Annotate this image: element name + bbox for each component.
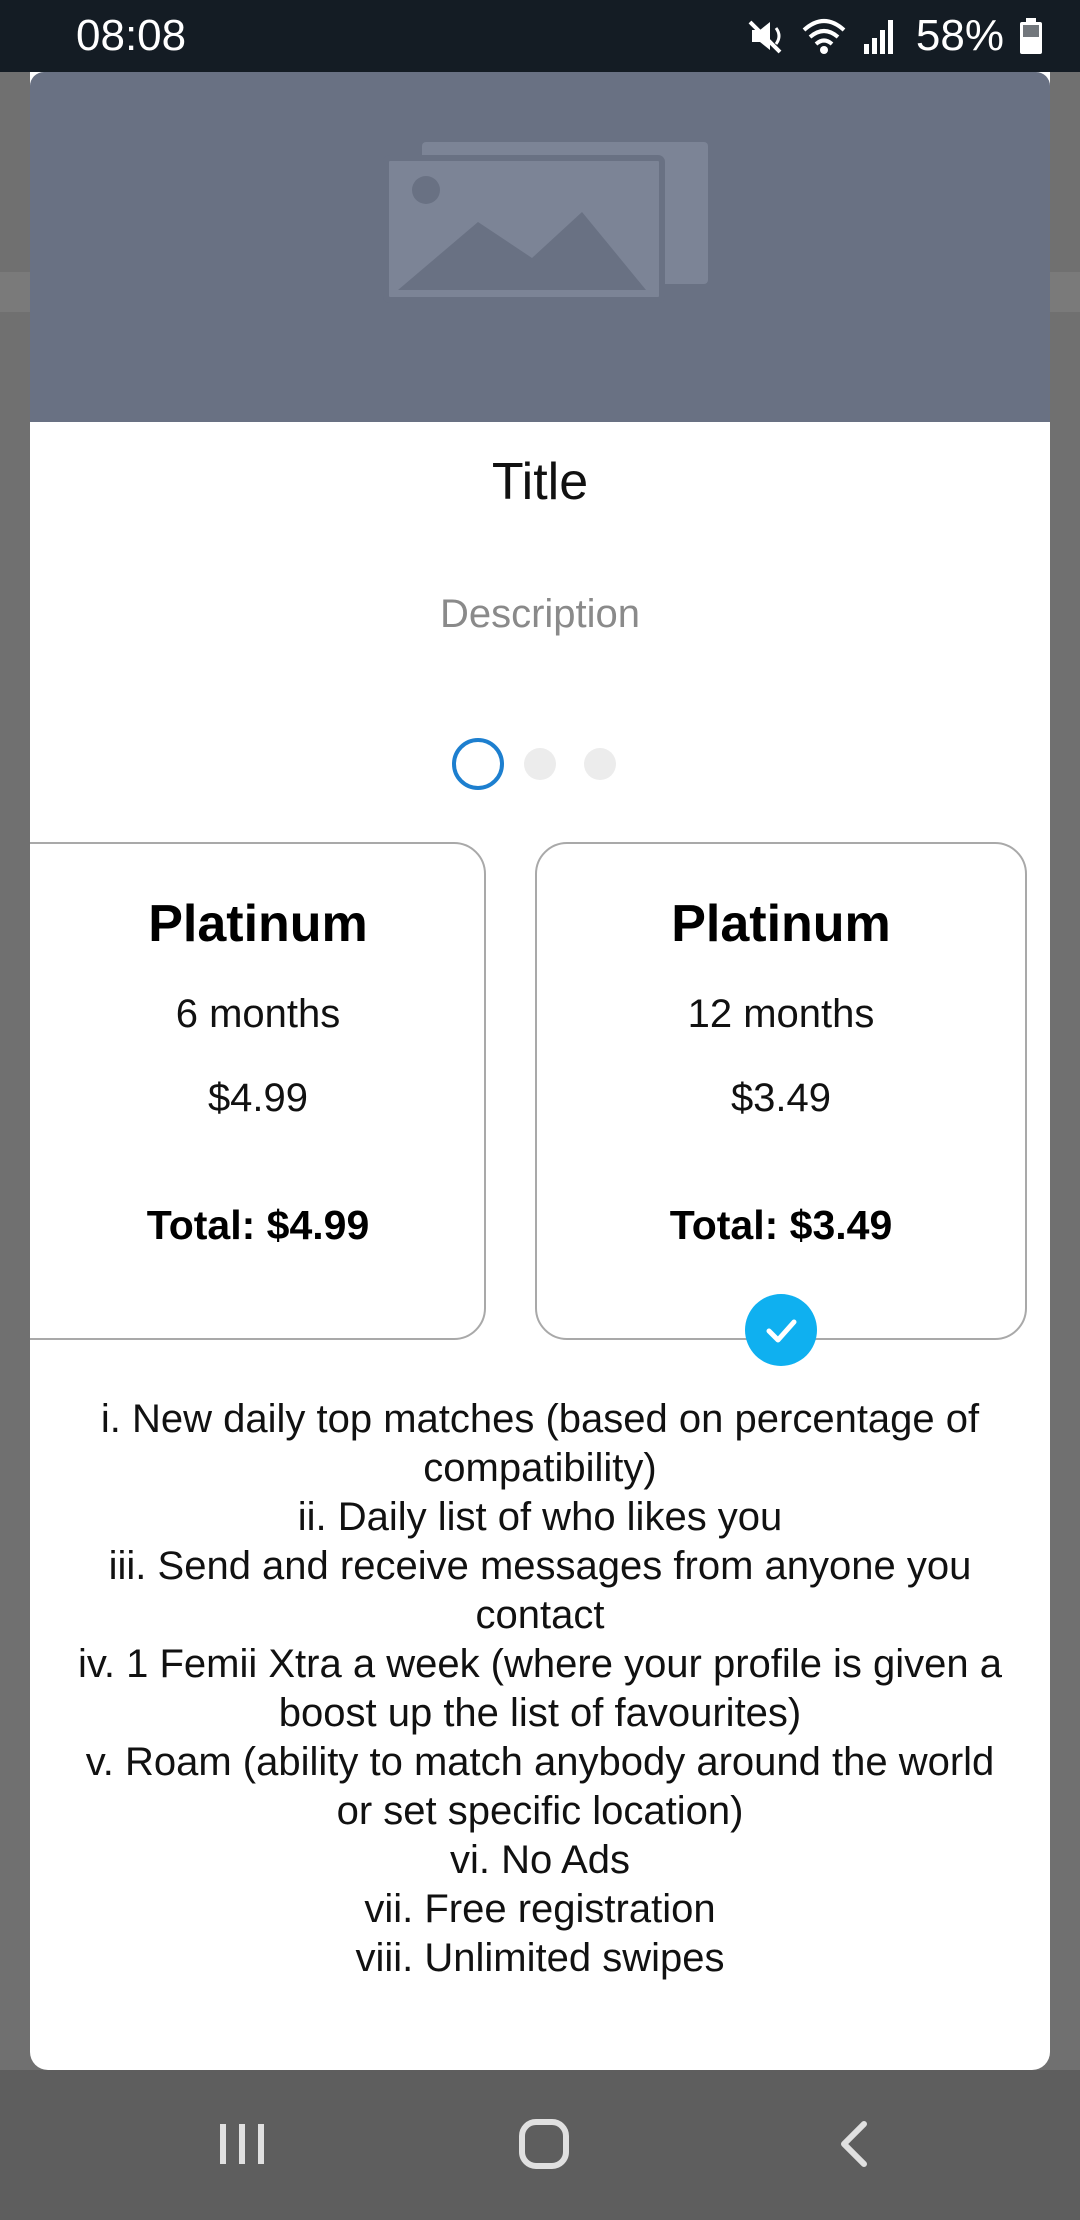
- list-item: ii. Daily list of who likes you: [297, 1495, 783, 1539]
- list-item: v. Roam (ability to match anybody around…: [85, 1740, 995, 1833]
- plan-card-12-months[interactable]: Platinum 12 months $3.49 Total: $3.49: [535, 842, 1027, 1340]
- plan-name: Platinum: [671, 895, 891, 953]
- feature-list: i. New daily top matches (based on perce…: [70, 1395, 1010, 1983]
- signal-icon: [862, 16, 898, 56]
- battery-icon: [1018, 16, 1044, 56]
- status-icons: 58%: [746, 11, 1044, 61]
- recent-apps-icon[interactable]: [212, 2112, 272, 2181]
- mute-vibrate-icon: [746, 16, 786, 56]
- list-item: iv. 1 Femii Xtra a week (where your prof…: [77, 1642, 1003, 1735]
- wifi-icon: [800, 16, 848, 56]
- plan-total: Total: $4.99: [146, 1202, 370, 1248]
- home-icon[interactable]: [514, 2112, 574, 2181]
- plan-name: Platinum: [148, 895, 368, 953]
- plan-price: $3.49: [730, 1076, 832, 1120]
- plan-duration: 6 months: [175, 992, 341, 1036]
- plan-total: Total: $3.49: [669, 1202, 893, 1248]
- list-item: vii. Free registration: [364, 1887, 716, 1931]
- subscription-dialog: Title Description Platinum 6 months $4.9…: [30, 72, 1050, 2070]
- list-item: iii. Send and receive messages from anyo…: [108, 1544, 972, 1637]
- page-dot-active[interactable]: [452, 738, 504, 790]
- plan-price: $4.99: [207, 1076, 309, 1120]
- dialog-description: Description: [439, 592, 641, 636]
- battery-level: 58%: [915, 11, 1004, 60]
- plan-card-6-months[interactable]: Platinum 6 months $4.99 Total: $4.99: [30, 842, 486, 1340]
- page-indicator: [30, 736, 1050, 792]
- page-dot[interactable]: [584, 748, 616, 780]
- navigation-bar: [0, 2070, 1080, 2220]
- hero-image: [30, 72, 1050, 422]
- status-time: 08:08: [76, 11, 187, 60]
- back-icon[interactable]: [826, 2112, 886, 2181]
- list-item: viii. Unlimited swipes: [355, 1936, 725, 1980]
- page-dot[interactable]: [524, 748, 556, 780]
- dialog-title: Title: [491, 453, 589, 511]
- list-item: i. New daily top matches (based on perce…: [100, 1397, 980, 1490]
- selected-check-icon: [745, 1294, 817, 1366]
- list-item: vi. No Ads: [449, 1838, 631, 1882]
- plan-duration: 12 months: [687, 992, 875, 1036]
- status-bar: 08:08 58%: [0, 0, 1080, 72]
